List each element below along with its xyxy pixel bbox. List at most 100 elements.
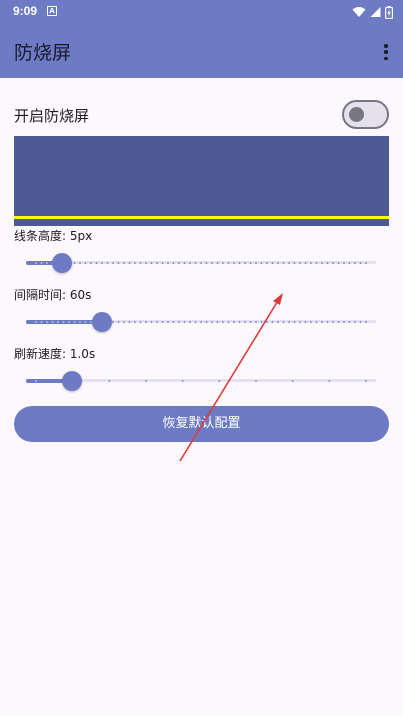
status-icons — [352, 5, 393, 19]
anti-burn-switch[interactable] — [342, 100, 389, 129]
slider-tick — [238, 262, 241, 264]
slider-tick — [134, 321, 136, 323]
slider-tick — [95, 262, 98, 264]
slider-tick — [293, 321, 296, 323]
slider-tick — [145, 262, 147, 264]
slider-tick — [123, 321, 125, 323]
slider-tick — [299, 262, 301, 264]
slider-tick — [271, 262, 274, 264]
signal-icon — [370, 7, 381, 17]
slider-tick — [128, 321, 131, 323]
slider-tick — [73, 321, 76, 323]
slider-tick — [266, 262, 268, 264]
slider-tick — [321, 262, 323, 264]
slider-tick — [150, 262, 153, 264]
slider-tick — [332, 321, 334, 323]
slider-tick — [315, 321, 318, 323]
slider-tick — [288, 262, 290, 264]
slider-tick — [315, 262, 318, 264]
slider-tick — [365, 321, 367, 323]
slider-tick — [282, 321, 285, 323]
slider-tick — [139, 321, 142, 323]
slider-tick — [46, 262, 48, 264]
slider-tick — [101, 262, 103, 264]
slider-tick — [200, 321, 202, 323]
slider-tick — [255, 321, 257, 323]
slider-tick — [156, 262, 158, 264]
status-bar: 9:09 A — [0, 0, 403, 24]
slider-tick — [218, 380, 221, 382]
line-height-slider[interactable] — [26, 253, 376, 273]
slider-tick — [108, 380, 111, 382]
reset-defaults-button[interactable]: 恢复默认配置 — [14, 406, 389, 442]
slider-tick — [238, 321, 241, 323]
slider-tick — [365, 380, 367, 382]
slider-tick — [183, 262, 186, 264]
slider-tick — [79, 262, 81, 264]
refresh-speed-label: 刷新速度: 1.0s — [14, 347, 96, 361]
slider-tick — [222, 262, 224, 264]
slider-thumb[interactable] — [92, 312, 112, 332]
slider-tick — [172, 321, 175, 323]
slider-tick — [35, 380, 37, 382]
slider-tick — [106, 262, 109, 264]
slider-tick — [51, 321, 54, 323]
slider-tick — [365, 262, 367, 264]
slider-tick — [343, 262, 345, 264]
slider-tick — [150, 321, 153, 323]
slider-tick — [123, 262, 125, 264]
slider-tick — [359, 321, 362, 323]
slider-tick — [233, 321, 235, 323]
slider-tick — [178, 262, 180, 264]
interval-slider[interactable] — [26, 312, 376, 332]
slider-tick — [249, 262, 252, 264]
slider-tick — [35, 321, 37, 323]
slider-tick — [321, 321, 323, 323]
slider-tick — [293, 262, 296, 264]
line-preview — [14, 136, 389, 226]
slider-tick — [244, 262, 246, 264]
slider-tick — [194, 321, 197, 323]
slider-tick — [337, 321, 340, 323]
switch-thumb — [349, 107, 364, 122]
slider-tick — [128, 262, 131, 264]
slider-ticks — [35, 262, 367, 264]
slider-tick — [40, 262, 43, 264]
slider-tick — [117, 321, 120, 323]
slider-ticks — [35, 321, 367, 323]
slider-tick — [304, 321, 307, 323]
slider-tick — [227, 321, 230, 323]
slider-tick — [57, 321, 59, 323]
slider-tick — [291, 380, 294, 382]
app-bar: 防烧屏 — [0, 24, 403, 78]
slider-tick — [310, 262, 312, 264]
slider-tick — [310, 321, 312, 323]
slider-tick — [84, 321, 87, 323]
slider-tick — [40, 321, 43, 323]
slider-tick — [244, 321, 246, 323]
slider-tick — [62, 321, 65, 323]
slider-tick — [332, 262, 334, 264]
slider-tick — [112, 321, 114, 323]
more-vert-icon[interactable] — [383, 44, 389, 60]
slider-tick — [354, 262, 356, 264]
interval-label: 间隔时间: 60s — [14, 288, 92, 302]
refresh-speed-slider[interactable] — [26, 371, 376, 391]
slider-tick — [216, 321, 219, 323]
slider-tick — [343, 321, 345, 323]
slider-tick — [277, 262, 279, 264]
slider-tick — [326, 262, 329, 264]
slider-tick — [46, 321, 48, 323]
slider-tick — [271, 321, 274, 323]
slider-tick — [134, 262, 136, 264]
slider-tick — [304, 262, 307, 264]
slider-tick — [282, 262, 285, 264]
slider-tick — [326, 321, 329, 323]
slider-tick — [161, 262, 164, 264]
slider-tick — [249, 321, 252, 323]
slider-tick — [189, 321, 191, 323]
slider-tick — [211, 262, 213, 264]
slider-tick — [266, 321, 268, 323]
notification-icon: A — [47, 6, 57, 16]
wifi-icon — [352, 7, 366, 17]
